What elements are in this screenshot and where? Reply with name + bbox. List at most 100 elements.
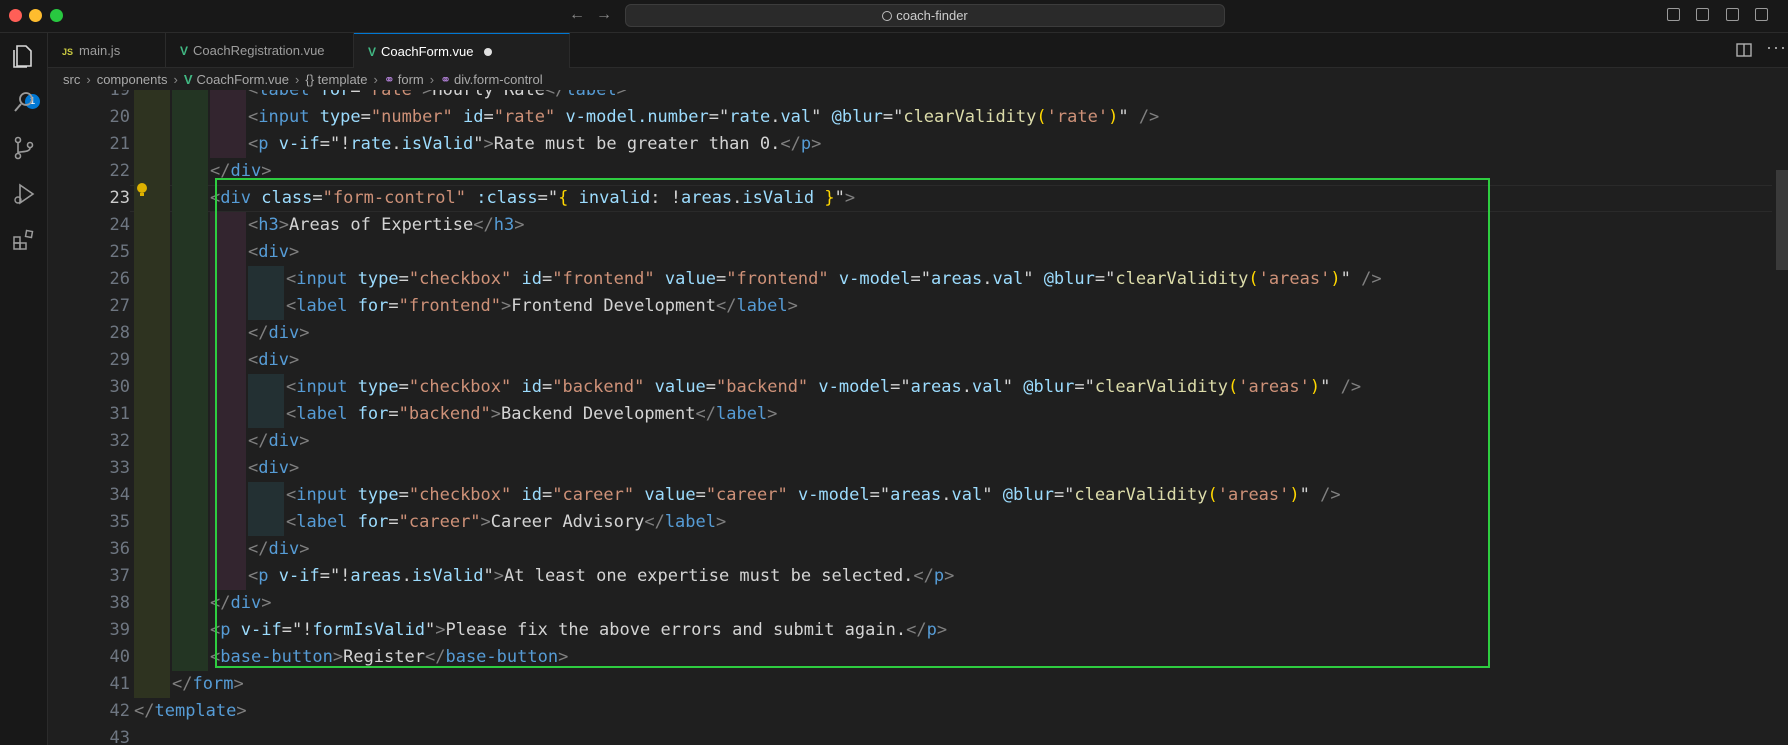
code-line: <div>: [248, 458, 300, 478]
indent-guide: [210, 536, 246, 563]
indent-guide: [172, 590, 208, 617]
indent-guide: [248, 509, 284, 536]
indent-guide: [134, 347, 170, 374]
code-line: <input type="number" id="rate" v-model.n…: [248, 107, 1160, 127]
indent-guide: [172, 104, 208, 131]
lightbulb-icon[interactable]: [136, 182, 148, 198]
indent-guide: [210, 239, 246, 266]
indent-guide: [134, 617, 170, 644]
indent-guide: [210, 320, 246, 347]
editor-tab-bar: JS main.js V CoachRegistration.vue V CoachF…: [48, 33, 1788, 68]
code-line: <h3>Areas of Expertise</h3>: [248, 215, 525, 235]
indent-guide: [172, 90, 208, 104]
line-number: 20: [109, 107, 130, 127]
indent-guide: [172, 401, 208, 428]
more-actions-icon[interactable]: ···: [1766, 37, 1787, 58]
line-number: 29: [109, 350, 130, 370]
indent-guide: [210, 293, 246, 320]
chevron-right-icon: ›: [373, 72, 378, 87]
code-line: <div class="form-control" :class="{ inva…: [210, 188, 856, 208]
indent-guide: [134, 455, 170, 482]
code-line: </div>: [248, 539, 310, 559]
indent-guide: [134, 428, 170, 455]
toggle-sidebar-icon[interactable]: [1666, 8, 1680, 21]
line-number: 38: [109, 593, 130, 613]
split-editor-icon[interactable]: [1736, 43, 1752, 57]
code-editor[interactable]: 19 20 21 22 23 24 25 26 27 28 29 30 31 32 33 34 35 36 37 38…: [48, 90, 1772, 745]
indent-guide: [134, 158, 170, 185]
line-number: 30: [109, 377, 130, 397]
extensions-icon[interactable]: [11, 227, 37, 253]
indent-guide: [134, 131, 170, 158]
indent-guide: [248, 401, 284, 428]
breadcrumb-item[interactable]: form: [398, 72, 424, 87]
indent-guide: [248, 266, 284, 293]
indent-guide: [134, 482, 170, 509]
line-number: 21: [109, 134, 130, 154]
search-text: coach-finder: [896, 8, 968, 23]
breadcrumb-item[interactable]: CoachForm.vue: [197, 72, 289, 87]
indent-guide: [134, 266, 170, 293]
maximize-window-button[interactable]: [50, 9, 63, 22]
code-line: <input type="checkbox" id="career" value…: [286, 485, 1341, 505]
line-number: 36: [109, 539, 130, 559]
breadcrumb-item[interactable]: src: [63, 72, 80, 87]
indent-guide: [172, 320, 208, 347]
unsaved-changes-icon[interactable]: [483, 48, 492, 56]
indent-guide: [210, 374, 246, 401]
line-number: 42: [109, 701, 130, 721]
forward-arrow-icon[interactable]: →: [596, 6, 612, 24]
javascript-file-icon: JS: [62, 47, 74, 57]
search-icon[interactable]: [11, 89, 37, 115]
command-center-search[interactable]: coach-finder: [625, 4, 1225, 27]
vue-file-icon: V: [183, 72, 193, 87]
vue-file-icon: V: [180, 44, 189, 58]
line-number: 31: [109, 404, 130, 424]
breadcrumb-item[interactable]: components: [97, 72, 168, 87]
indent-guide: [210, 266, 246, 293]
indent-guide: [172, 455, 208, 482]
code-line: <base-button>Register</base-button>: [210, 647, 569, 667]
indent-guide: [134, 90, 170, 104]
chevron-right-icon: ›: [295, 72, 300, 87]
minimize-window-button[interactable]: [29, 9, 42, 22]
code-line: </template>: [134, 701, 247, 721]
code-line: </div>: [248, 431, 310, 451]
indent-guide: [134, 590, 170, 617]
breadcrumb-item[interactable]: div.form-control: [454, 72, 543, 87]
line-number: 33: [109, 458, 130, 478]
line-number: 40: [109, 647, 130, 667]
code-line: </div>: [248, 323, 310, 343]
indent-guide: [210, 563, 246, 590]
line-number: 43: [109, 728, 130, 745]
line-number: 19: [109, 90, 130, 100]
indent-guide: [210, 104, 246, 131]
indent-guide: [134, 320, 170, 347]
explorer-icon[interactable]: [11, 43, 37, 69]
source-control-icon[interactable]: [11, 135, 37, 161]
code-line: <label for="career">Career Advisory</lab…: [286, 512, 727, 532]
vertical-scrollbar[interactable]: [1776, 170, 1788, 270]
indent-guide: [172, 185, 208, 212]
chevron-right-icon: ›: [173, 72, 178, 87]
tab-coach-form[interactable]: V CoachForm.vue: [354, 33, 570, 68]
tab-label: CoachForm.vue: [381, 44, 474, 59]
run-debug-icon[interactable]: [11, 181, 37, 207]
breadcrumb-item[interactable]: {} template: [305, 72, 367, 87]
tab-coach-registration[interactable]: V CoachRegistration.vue: [166, 33, 354, 68]
layout-controls: [1655, 8, 1768, 26]
close-window-button[interactable]: [9, 9, 22, 22]
back-arrow-icon[interactable]: ←: [569, 6, 585, 24]
code-line: <div>: [248, 350, 300, 370]
indent-guide: [134, 671, 170, 698]
toggle-panel-icon[interactable]: [1696, 8, 1710, 21]
line-number: 25: [109, 242, 130, 262]
tab-label: CoachRegistration.vue: [193, 43, 325, 58]
indent-guide: [210, 347, 246, 374]
toggle-secondary-sidebar-icon[interactable]: [1725, 8, 1739, 21]
code-line: </div>: [210, 593, 272, 613]
indent-guide: [134, 374, 170, 401]
customize-layout-icon[interactable]: [1755, 8, 1768, 21]
indent-guide: [248, 374, 284, 401]
tab-main-js[interactable]: JS main.js: [48, 33, 166, 68]
